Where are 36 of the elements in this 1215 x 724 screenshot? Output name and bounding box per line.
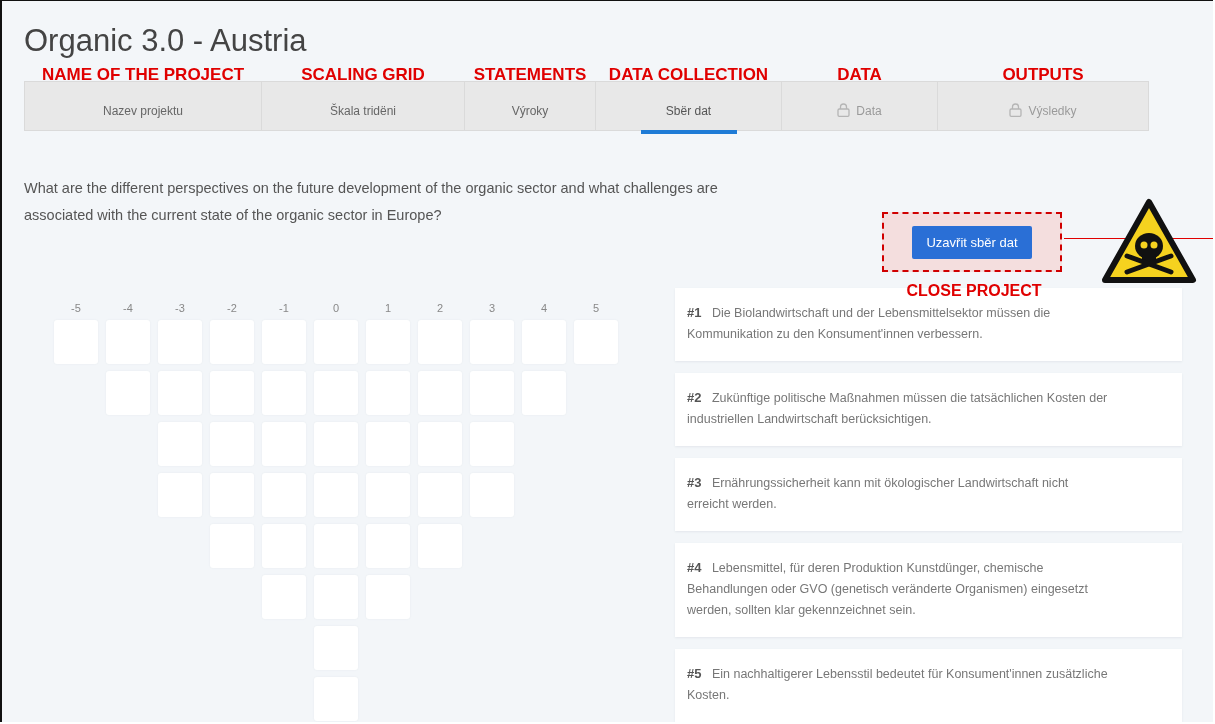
scale-value: 0 [332, 302, 340, 315]
project-title: Organic 3.0 - Austria [24, 22, 308, 60]
scale-value: -4 [123, 302, 133, 315]
statement-text: #1 Die Biolandwirtschaft und der Lebensmittelsektor müssen die Kommunikation zu den Konsument'innen verbessern. [687, 304, 1052, 343]
statement-text: #2 Zukünftige politische Maßnahmen müssen die tatsächlichen Kosten der industriellen Landwirtschaft berücksichtigen. [687, 389, 1109, 428]
tab[interactable]: Nazev projektu [98, 82, 187, 130]
tab[interactable]: Škala tridëni [325, 82, 400, 130]
statement-text: #5 Ein nachhaltigerer Lebensstil bedeutet für Konsument'innen zusätzliche Kosten. [687, 665, 1109, 704]
statement-card[interactable]: #2 Zukünftige politische Maßnahmen müssen die tatsächlichen Kosten der industriellen Landwirtschaft berücksichtigen. [675, 373, 1182, 446]
annotation-label: OUTPUTS [1002, 65, 1084, 85]
statement-card[interactable]: #4 Lebensmittel, für deren Produktion Kunstdünger, chemische Behandlungen oder GVO (genetisch veränderte Organismen) eingesetzt werden, sollten klar gekennzeichnet sein. [675, 543, 1182, 637]
annotation-label: DATA COLLECTION [608, 65, 769, 85]
tab[interactable]: Výroky [507, 82, 553, 130]
annotation-label: DATA [837, 65, 882, 85]
scale-value: 2 [436, 302, 444, 315]
scale-value: 4 [540, 302, 548, 315]
annotation-label: NAME OF THE PROJECT [41, 65, 245, 85]
scale-value: 3 [488, 302, 496, 315]
skull-warning-icon [1101, 198, 1197, 286]
tab[interactable]: Sbër dat [640, 82, 737, 134]
scale-value: 1 [384, 302, 392, 315]
annotation-label: STATEMENTS [473, 65, 587, 85]
statement-card[interactable]: #5 Ein nachhaltigerer Lebensstil bedeutet für Konsument'innen zusätzliche Kosten. [675, 649, 1182, 722]
close-collection-button[interactable]: Uzavřit sběr dat [912, 225, 1032, 259]
annotation-label: SCALING GRID [301, 65, 425, 85]
scale-value: -3 [175, 302, 185, 315]
scale-value: 5 [592, 302, 600, 315]
scale-value: -1 [279, 302, 289, 315]
question-text: What are the different perspectives on the future development of the organic sector and what challenges are associated with the current state of the organic sector in Europe? [24, 179, 719, 225]
statement-card[interactable]: #3 Ernährungssicherheit kann mit ökologischer Landwirtschaft nicht erreicht werden. [675, 458, 1182, 531]
scale-value: -5 [71, 302, 81, 315]
lock-icon [1009, 103, 1023, 117]
statement-text: #3 Ernährungssicherheit kann mit ökologischer Landwirtschaft nicht erreicht werden. [687, 474, 1070, 513]
lock-icon [837, 103, 851, 117]
statement-text: #4 Lebensmittel, für deren Produktion Kunstdünger, chemische Behandlungen oder GVO (genetisch veränderte Organismen) eingesetzt werden, sollten klar gekennzeichnet sein. [687, 559, 1089, 619]
scale-value: -2 [227, 302, 237, 315]
